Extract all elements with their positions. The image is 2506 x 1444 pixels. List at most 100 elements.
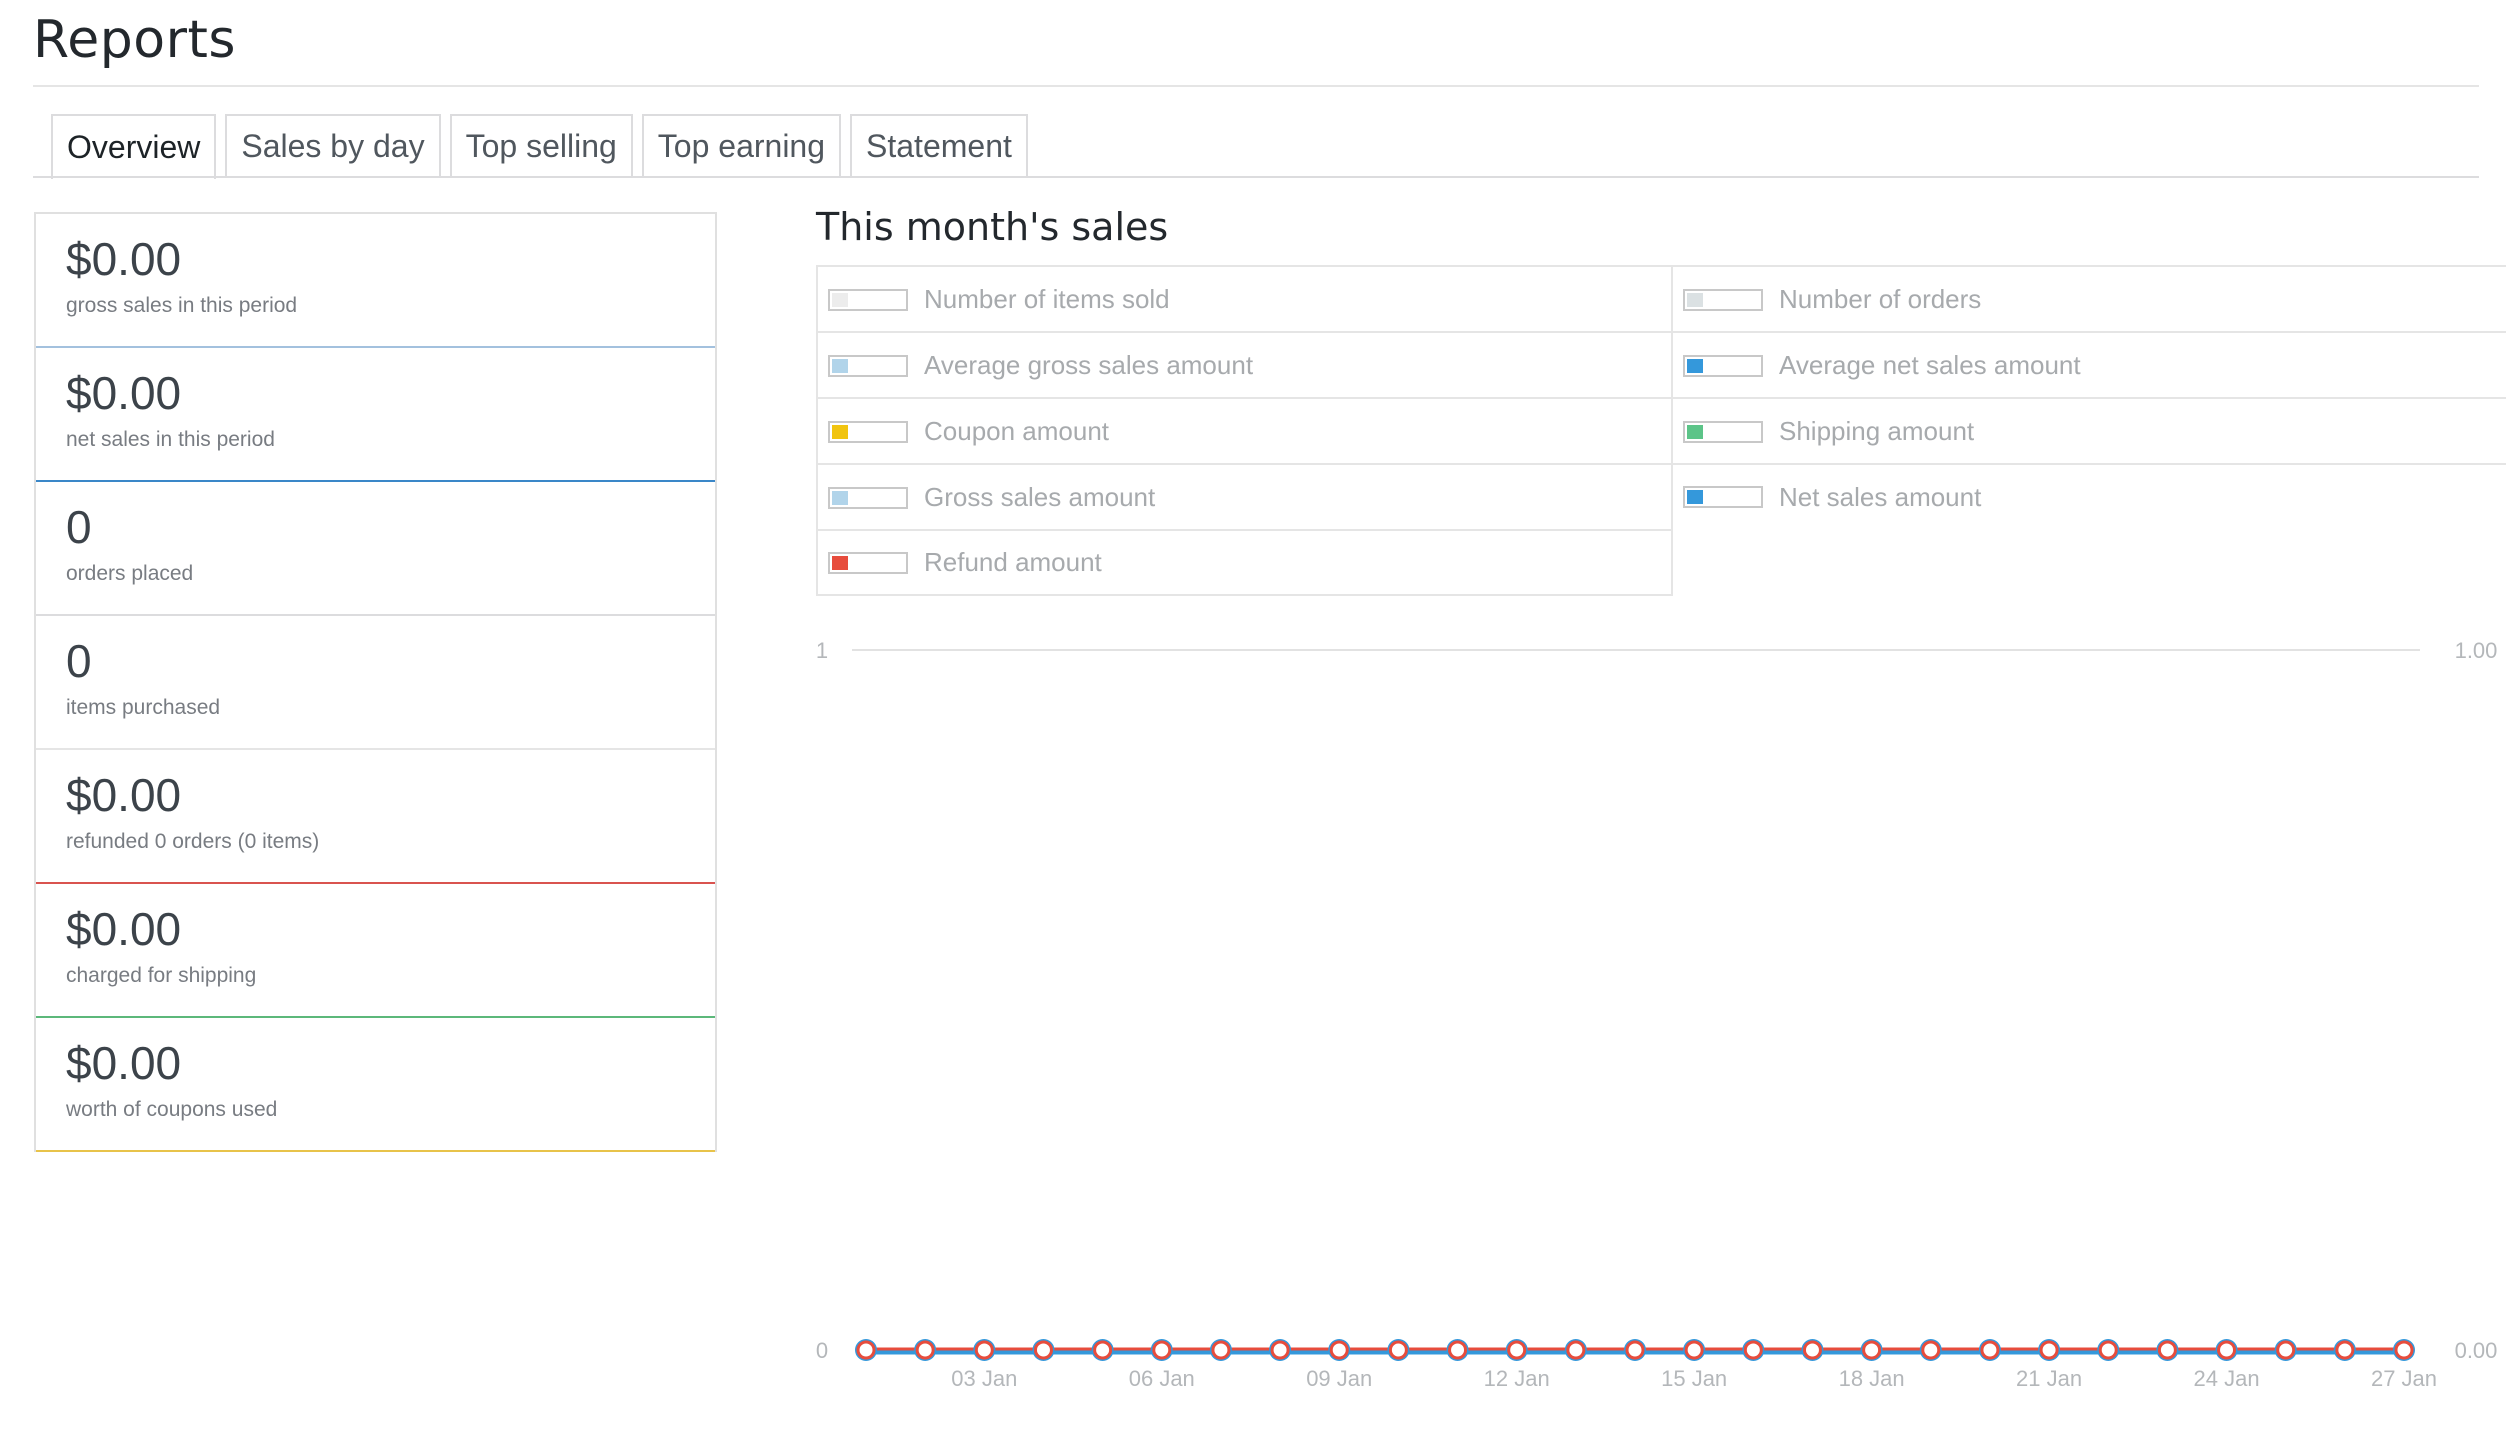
data-point-refund[interactable] <box>2157 1340 2177 1360</box>
title-divider <box>33 85 2479 87</box>
legend-label: Average gross sales amount <box>924 350 1254 380</box>
data-point-refund[interactable] <box>1033 1340 1053 1360</box>
legend-item-net-sales[interactable]: Net sales amount <box>1671 463 2506 529</box>
stat-amount: $0.00 <box>66 233 182 285</box>
stat-amount: 0 <box>66 501 92 553</box>
legend-swatch <box>828 551 908 574</box>
legend-item-shipping-amount[interactable]: Shipping amount <box>1671 397 2506 464</box>
data-point-refund[interactable] <box>1329 1340 1349 1360</box>
legend-item-orders[interactable]: Number of orders <box>1671 265 2506 332</box>
legend-swatch <box>1683 354 1763 377</box>
tab-top-earning[interactable]: Top earning <box>641 114 842 177</box>
data-point-refund[interactable] <box>2039 1340 2059 1360</box>
legend-item-coupon-amount[interactable]: Coupon amount <box>816 397 1673 464</box>
data-point-refund[interactable] <box>1507 1340 1527 1360</box>
legend-label: Gross sales amount <box>924 482 1156 512</box>
stats-panel: $0.00 gross sales in this period $0.00 n… <box>34 212 717 1152</box>
stat-shipping: $0.00 charged for shipping <box>36 884 715 1018</box>
y-axis-right-tick: 0.00 <box>2455 1338 2498 1363</box>
data-point-refund[interactable] <box>974 1340 994 1360</box>
stat-amount: $0.00 <box>66 903 182 955</box>
y-axis-left-tick: 1 <box>816 638 828 663</box>
legend-item-items-sold[interactable]: Number of items sold <box>816 265 1673 332</box>
legend-label: Shipping amount <box>1779 416 1975 446</box>
legend-swatch-fill <box>1687 358 1703 373</box>
legend-swatch-fill <box>832 292 848 307</box>
data-point-refund[interactable] <box>1862 1340 1882 1360</box>
legend-swatch-fill <box>1687 490 1703 504</box>
legend-label: Average net sales amount <box>1779 350 2081 380</box>
page-title: Reports <box>33 10 236 70</box>
y-axis-left-tick: 0 <box>816 1338 828 1363</box>
data-point-refund[interactable] <box>2276 1340 2296 1360</box>
data-point-refund[interactable] <box>2335 1340 2355 1360</box>
legend-label: Refund amount <box>924 547 1102 577</box>
data-point-refund[interactable] <box>1211 1340 1231 1360</box>
legend-swatch-fill <box>1687 292 1703 307</box>
data-point-refund[interactable] <box>1802 1340 1822 1360</box>
data-point-refund[interactable] <box>1093 1340 1113 1360</box>
legend-swatch-fill <box>832 555 848 570</box>
stat-description: net sales in this period <box>66 428 275 451</box>
x-axis-tick: 09 Jan <box>1306 1366 1372 1391</box>
stat-gross-sales: $0.00 gross sales in this period <box>36 214 715 348</box>
data-point-refund[interactable] <box>2394 1340 2414 1360</box>
tab-statement[interactable]: Statement <box>850 114 1028 177</box>
x-axis-tick: 03 Jan <box>951 1366 1017 1391</box>
tab-sales-by-day[interactable]: Sales by day <box>225 114 441 177</box>
x-axis-tick: 06 Jan <box>1129 1366 1195 1391</box>
stat-description: charged for shipping <box>66 964 257 987</box>
stat-description: orders placed <box>66 562 194 585</box>
stat-amount: 0 <box>66 635 92 687</box>
data-point-refund[interactable] <box>1152 1340 1172 1360</box>
x-axis-tick: 24 Jan <box>2194 1366 2260 1391</box>
data-point-refund[interactable] <box>1921 1340 1941 1360</box>
stat-description: gross sales in this period <box>66 294 298 317</box>
x-axis-tick: 15 Jan <box>1661 1366 1727 1391</box>
legend-swatch <box>1683 288 1763 311</box>
x-axis-tick: 27 Jan <box>2371 1366 2437 1391</box>
data-point-refund[interactable] <box>1625 1340 1645 1360</box>
data-point-refund[interactable] <box>856 1340 876 1360</box>
data-point-refund[interactable] <box>1980 1340 2000 1360</box>
data-point-refund[interactable] <box>915 1340 935 1360</box>
stat-refunded: $0.00 refunded 0 orders (0 items) <box>36 750 715 884</box>
legend-swatch <box>1683 486 1763 508</box>
legend-swatch-fill <box>832 490 848 505</box>
legend-item-avg-gross-sales[interactable]: Average gross sales amount <box>816 331 1673 398</box>
data-point-refund[interactable] <box>1388 1340 1408 1360</box>
legend-swatch <box>828 420 908 443</box>
legend-swatch-fill <box>832 358 848 373</box>
data-point-refund[interactable] <box>1684 1340 1704 1360</box>
stat-amount: $0.00 <box>66 1037 182 1089</box>
stat-description: items purchased <box>66 696 221 719</box>
legend-label: Number of orders <box>1779 284 1982 314</box>
legend-swatch <box>828 288 908 311</box>
data-point-refund[interactable] <box>1743 1340 1763 1360</box>
legend-swatch <box>828 354 908 377</box>
data-point-refund[interactable] <box>1448 1340 1468 1360</box>
data-point-refund[interactable] <box>1566 1340 1586 1360</box>
stat-amount: $0.00 <box>66 769 182 821</box>
stat-coupons: $0.00 worth of coupons used <box>36 1018 715 1152</box>
x-axis-tick: 21 Jan <box>2016 1366 2082 1391</box>
legend-label: Net sales amount <box>1779 481 1982 512</box>
x-axis-tick: 18 Jan <box>1839 1366 1905 1391</box>
data-point-refund[interactable] <box>2098 1340 2118 1360</box>
legend-item-gross-sales[interactable]: Gross sales amount <box>816 463 1673 530</box>
stat-description: worth of coupons used <box>66 1098 278 1121</box>
report-tabs: Overview Sales by day Top selling Top ea… <box>51 114 1028 179</box>
stat-net-sales: $0.00 net sales in this period <box>36 348 715 482</box>
legend-item-refund-amount[interactable]: Refund amount <box>816 529 1673 596</box>
chart-title: This month's sales <box>816 205 1169 249</box>
legend-swatch-fill <box>1687 424 1703 439</box>
legend-label: Number of items sold <box>924 284 1170 314</box>
tab-overview[interactable]: Overview <box>51 114 217 179</box>
legend-swatch-fill <box>832 424 848 439</box>
x-axis-tick: 12 Jan <box>1484 1366 1550 1391</box>
tabs-divider <box>33 176 2479 178</box>
legend-item-avg-net-sales[interactable]: Average net sales amount <box>1671 331 2506 398</box>
tab-top-selling[interactable]: Top selling <box>449 114 633 177</box>
data-point-refund[interactable] <box>2217 1340 2237 1360</box>
data-point-refund[interactable] <box>1270 1340 1290 1360</box>
